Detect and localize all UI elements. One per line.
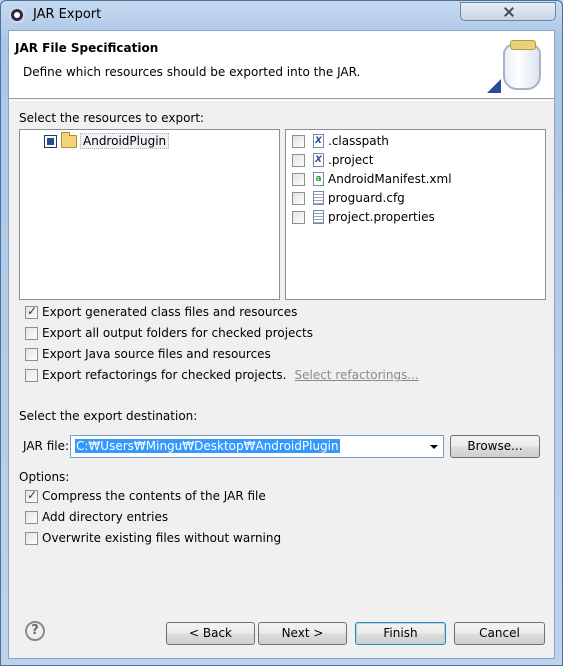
list-item[interactable]: X .project bbox=[292, 151, 373, 169]
list-item[interactable]: a AndroidManifest.xml bbox=[292, 170, 452, 188]
jar-export-window: JAR Export JAR File Specification Define… bbox=[0, 0, 563, 666]
option-label: Export Java source files and resources bbox=[42, 347, 271, 361]
title-bar: JAR Export bbox=[1, 1, 562, 29]
file-list[interactable]: X .classpath X .project a AndroidManifes… bbox=[285, 129, 546, 300]
select-refactorings-link[interactable]: Select refactorings... bbox=[294, 368, 418, 382]
option-label: Add directory entries bbox=[42, 510, 169, 524]
xml-file-icon: X bbox=[313, 134, 324, 148]
android-manifest-icon: a bbox=[313, 172, 324, 186]
project-folder-icon bbox=[61, 131, 77, 148]
cancel-button[interactable]: Cancel bbox=[454, 622, 545, 645]
checkbox[interactable] bbox=[25, 368, 38, 382]
file-checkbox[interactable] bbox=[292, 191, 305, 205]
page-title: JAR File Specification bbox=[15, 41, 159, 55]
export-refactorings-option[interactable]: Export refactorings for checked projects… bbox=[25, 368, 419, 382]
tree-item-checkbox[interactable] bbox=[44, 134, 57, 148]
xml-file-icon: X bbox=[313, 153, 324, 167]
jar-icon bbox=[503, 40, 541, 90]
help-icon[interactable]: ? bbox=[25, 621, 45, 641]
file-name: proguard.cfg bbox=[328, 191, 405, 205]
overwrite-option[interactable]: Overwrite existing files without warning bbox=[25, 531, 281, 545]
export-output-folders-option[interactable]: Export all output folders for checked pr… bbox=[25, 326, 313, 340]
checkbox[interactable] bbox=[25, 304, 38, 319]
file-checkbox[interactable] bbox=[292, 153, 305, 167]
browse-button[interactable]: Browse... bbox=[450, 435, 540, 458]
option-label: Export refactorings for checked projects… bbox=[42, 368, 287, 382]
option-label: Export all output folders for checked pr… bbox=[42, 326, 313, 340]
wizard-banner: JAR File Specification Define which reso… bbox=[9, 31, 554, 99]
file-checkbox[interactable] bbox=[292, 134, 305, 148]
checkbox[interactable] bbox=[25, 347, 38, 361]
banner-divider bbox=[9, 100, 554, 101]
file-name: project.properties bbox=[328, 210, 435, 224]
text-file-icon bbox=[313, 191, 324, 205]
checkbox[interactable] bbox=[25, 488, 38, 503]
checkbox[interactable] bbox=[25, 531, 38, 545]
chevron-down-icon[interactable] bbox=[430, 445, 438, 449]
dialog-client: JAR File Specification Define which reso… bbox=[8, 30, 555, 659]
list-item[interactable]: project.properties bbox=[292, 208, 435, 226]
project-tree[interactable]: AndroidPlugin bbox=[19, 129, 280, 300]
jar-file-combo[interactable]: C:₩Users₩Mingu₩Desktop₩AndroidPlugin bbox=[70, 435, 444, 458]
add-directory-entries-option[interactable]: Add directory entries bbox=[25, 510, 168, 524]
checkbox[interactable] bbox=[25, 510, 38, 524]
tree-item-label: AndroidPlugin bbox=[80, 133, 170, 149]
list-item[interactable]: proguard.cfg bbox=[292, 189, 405, 207]
close-button[interactable] bbox=[460, 2, 556, 21]
options-label: Options: bbox=[19, 470, 70, 484]
text-file-icon bbox=[313, 210, 324, 224]
option-label: Overwrite existing files without warning bbox=[42, 531, 282, 545]
jar-file-path: C:₩Users₩Mingu₩Desktop₩AndroidPlugin bbox=[75, 439, 340, 453]
jar-file-label: JAR file: bbox=[23, 439, 70, 453]
tree-item-androidplugin[interactable]: AndroidPlugin bbox=[44, 131, 170, 150]
export-arrow-icon bbox=[487, 79, 501, 93]
compress-option[interactable]: Compress the contents of the JAR file bbox=[25, 488, 266, 503]
file-name: .classpath bbox=[328, 134, 389, 148]
back-button[interactable]: < Back bbox=[166, 622, 255, 645]
next-button[interactable]: Next > bbox=[258, 622, 347, 645]
finish-button[interactable]: Finish bbox=[355, 622, 446, 645]
resources-label: Select the resources to export: bbox=[19, 111, 205, 125]
destination-label: Select the export destination: bbox=[19, 409, 198, 423]
list-item[interactable]: X .classpath bbox=[292, 132, 389, 150]
eclipse-icon bbox=[9, 7, 25, 23]
checkbox[interactable] bbox=[25, 326, 38, 340]
export-java-source-option[interactable]: Export Java source files and resources bbox=[25, 347, 271, 361]
page-description: Define which resources should be exporte… bbox=[23, 65, 361, 79]
file-name: AndroidManifest.xml bbox=[328, 172, 452, 186]
option-label: Export generated class files and resourc… bbox=[42, 305, 298, 319]
export-class-files-option[interactable]: Export generated class files and resourc… bbox=[25, 304, 298, 319]
file-checkbox[interactable] bbox=[292, 210, 305, 224]
file-checkbox[interactable] bbox=[292, 172, 305, 186]
option-label: Compress the contents of the JAR file bbox=[42, 489, 266, 503]
file-name: .project bbox=[328, 153, 374, 167]
window-title: JAR Export bbox=[33, 7, 102, 22]
